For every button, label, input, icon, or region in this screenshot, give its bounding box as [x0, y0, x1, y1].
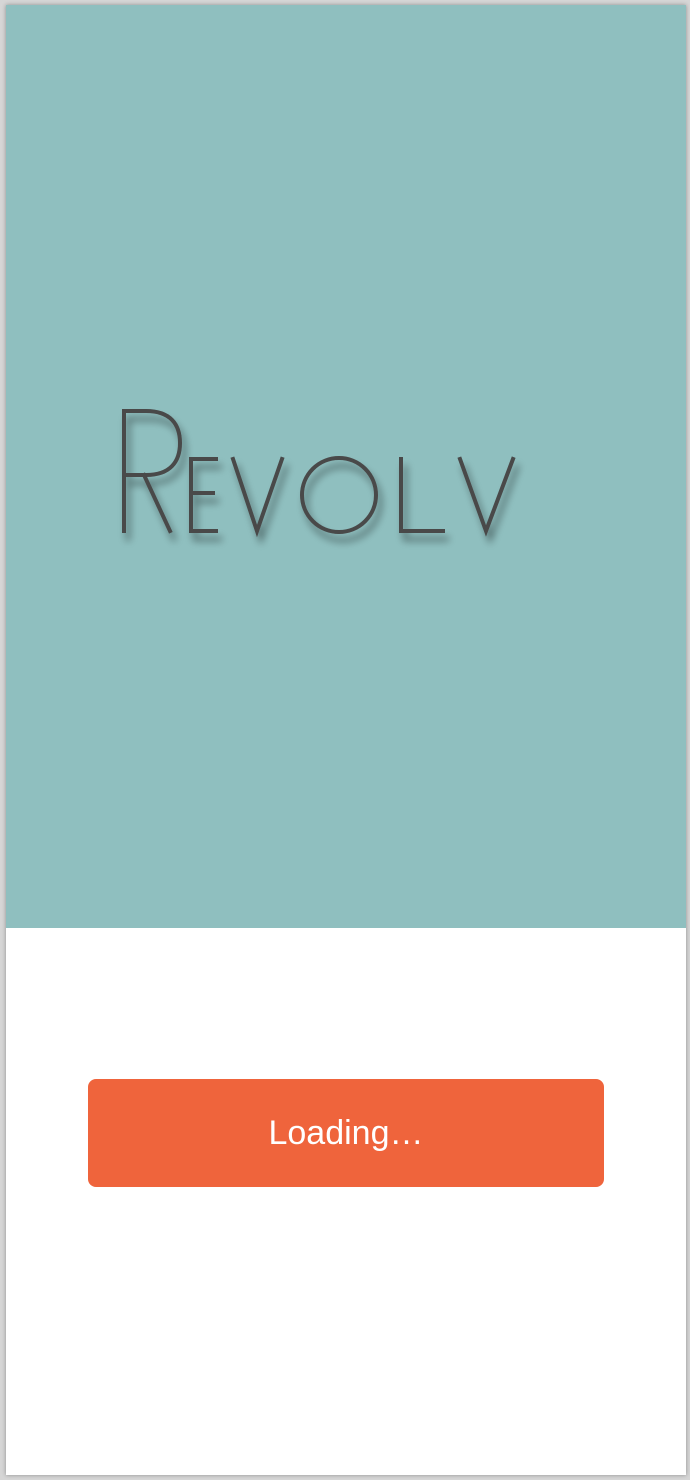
splash-footer: Loading… — [6, 928, 686, 1475]
revolv-logo — [112, 393, 552, 553]
splash-hero — [6, 5, 686, 928]
loading-button[interactable]: Loading… — [88, 1079, 604, 1187]
revolv-wordmark-icon — [122, 409, 516, 538]
app-screen: Loading… — [6, 5, 686, 1475]
